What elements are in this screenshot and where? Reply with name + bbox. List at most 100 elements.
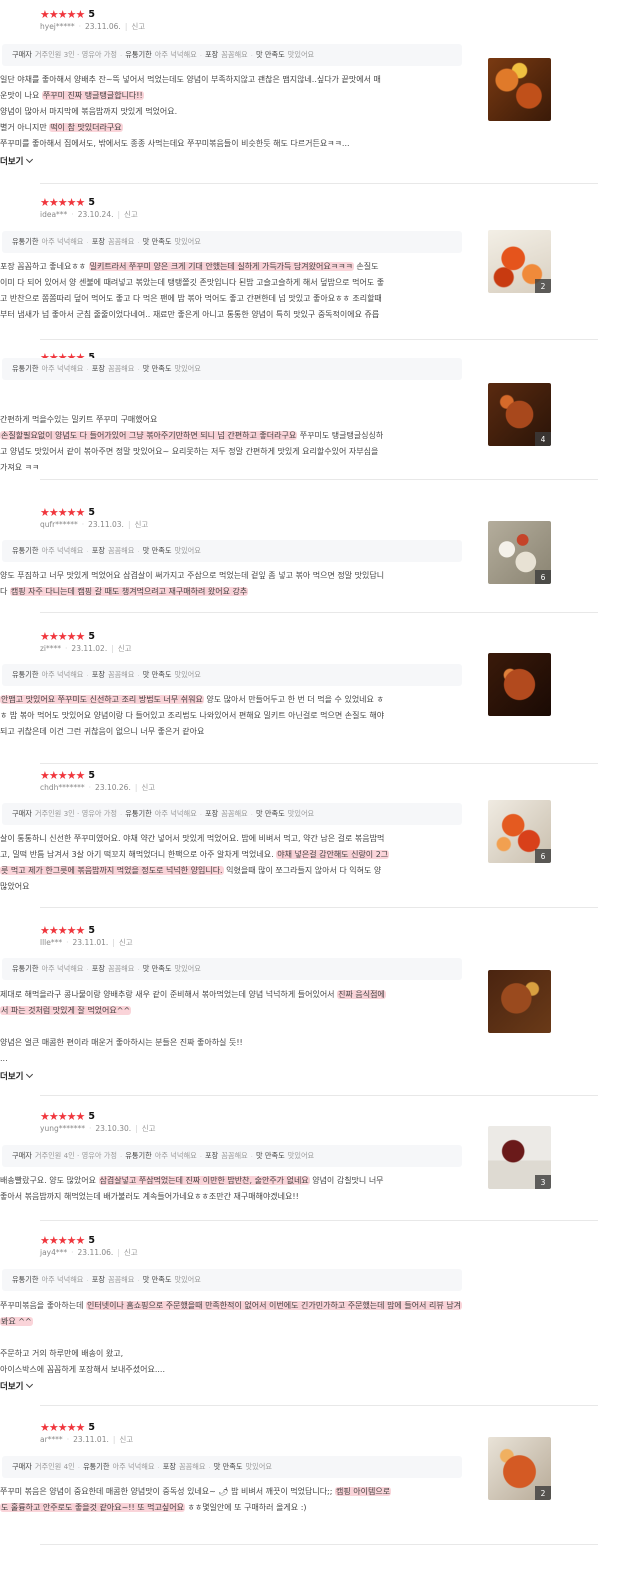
attr-key: 맛 만족도	[213, 1462, 243, 1471]
attr-key: 맛 만족도	[255, 809, 285, 818]
meta-separator: |	[112, 938, 115, 947]
report-link[interactable]: 신고	[124, 210, 138, 219]
attr-value: 꼼꼼해요	[107, 546, 135, 555]
attr-value: 맛있어요	[174, 237, 201, 246]
attr-key: 맛 만족도	[142, 964, 172, 973]
more-button[interactable]: 더보기	[0, 1380, 34, 1392]
report-link[interactable]: 신고	[124, 1248, 138, 1257]
attr-separator: ·	[208, 1462, 211, 1472]
rating-score: 5	[88, 924, 95, 936]
attr-value: 맛있어요	[174, 1275, 201, 1284]
review-date: 23.10.30.	[95, 1124, 132, 1133]
review-text: 배송빨랐구요. 양도 많았어요 삼겹살넣고 쭈삼먹었는데 진짜 이만한 밥반찬,…	[0, 1173, 465, 1205]
report-link[interactable]: 신고	[141, 783, 155, 792]
review-date: 23.11.06.	[85, 22, 121, 31]
attr-value: 거주인원 3인 · 영유아 가정	[34, 50, 117, 59]
review-attributes: 유통기한 아주 넉넉해요 · 포장 꼼꼼해요 · 맛 만족도 맛있어요	[2, 540, 462, 562]
review-text-line: 이미 다 되어 있어서 양 센불에 때려넣고 볶았는데 탱탱쫄깃 존맛입니다 된…	[0, 278, 385, 287]
review-meta: yung******* · 23.10.30. | 신고	[40, 1123, 156, 1134]
attr-separator: ·	[137, 237, 140, 247]
more-button[interactable]: 더보기	[0, 155, 34, 167]
meta-separator: |	[127, 520, 131, 529]
chevron-down-icon	[26, 155, 34, 164]
reviewer-id: llle***	[40, 938, 63, 947]
attr-value: 맛있어요	[287, 809, 315, 818]
attr-value: 맛있어요	[245, 1462, 272, 1471]
review-date: 23.11.03.	[88, 520, 124, 529]
report-link[interactable]: 신고	[131, 22, 145, 31]
review-text-line: 릇 먹고 제가 한그릇에 볶음밥까지 먹었을 정도로 넉넉한 양입니다. 익혔을…	[0, 866, 382, 875]
highlighted-phrase: 삼겹살넣고 쭈삼먹었는데 진짜 이만한 밥반찬, 술안주가 없네요	[98, 1176, 310, 1185]
report-link[interactable]: 신고	[119, 938, 133, 947]
report-link[interactable]: 신고	[118, 644, 132, 653]
review-text-line: 고 양념도 맛있어서 같이 볶아주면 정말 맛있어요~ 요리못하는 저두 정말 …	[0, 447, 379, 456]
report-link[interactable]: 신고	[119, 1435, 133, 1444]
review-photo-thumbnail[interactable]	[488, 970, 551, 1033]
review-text-line: 쭈꾸미 볶음은 양념이 중요한데 매콤한 양념맛이 중독성 있네요~ 🌶 밥 비…	[0, 1487, 392, 1496]
review-text: 살이 통통하니 신선한 쭈꾸미였어요. 야채 약간 넣어서 맛있게 먹었어요. …	[0, 831, 465, 895]
attr-key: 유통기한	[125, 50, 152, 59]
review-text-line: 일단 야채를 좋아해서 양배추 잔~뜩 넣어서 먹었는데도 양념이 부족하지않고…	[0, 75, 381, 84]
report-link[interactable]: 신고	[134, 520, 148, 529]
review-text-line: 아이스박스에 꼼꼼하게 포장해서 보내주셨어요....	[0, 1365, 165, 1374]
attr-value: 아주 넉넉해요	[154, 1151, 197, 1160]
review-photo-thumbnail[interactable]: 3	[488, 1126, 551, 1189]
meta-separator: |	[112, 1435, 116, 1444]
rating-score: 5	[88, 8, 95, 20]
review-text-line: 고 반찬으로 쫌쫌따리 덮어 먹어도 좋고 다 먹은 팬에 밥 볶아 먹어도 좋…	[0, 294, 382, 303]
attr-value: 꼼꼼해요	[221, 809, 248, 818]
attr-separator: ·	[137, 1275, 140, 1285]
meta-separator: ·	[71, 210, 74, 219]
review-photo-thumbnail[interactable]	[488, 653, 551, 716]
attr-value: 맛있어요	[287, 50, 315, 59]
attr-value: 꼼꼼해요	[107, 1275, 135, 1284]
review-attributes: 유통기한 아주 넉넉해요 · 포장 꼼꼼해요 · 맛 만족도 맛있어요	[2, 958, 462, 980]
attr-key: 구매자	[12, 809, 32, 818]
review-photo-thumbnail[interactable]: 2	[488, 230, 551, 293]
more-button[interactable]: 더보기	[0, 1070, 34, 1082]
star-rating-icons: ★★★★★	[40, 1233, 85, 1247]
review-date: 23.10.26.	[95, 783, 131, 792]
review-text: 쭈꾸미볶음을 좋아하는데 인터넷이나 홈쇼핑으로 주문했을때 만족한적이 없어서…	[0, 1298, 465, 1378]
review-text-line: 운맛이 나요 쭈꾸미 진짜 탱글탱글합니다!!	[0, 91, 144, 100]
review-text-line: 양도 푸짐하고 너무 맛있게 먹었어요 삼겹살이 써가지고 주삼으로 먹었는데 …	[0, 571, 385, 580]
attr-value: 아주 넉넉해요	[41, 546, 84, 555]
attr-value: 아주 넉넉해요	[41, 964, 84, 973]
meta-separator: ·	[78, 22, 82, 31]
attr-key: 맛 만족도	[255, 1151, 285, 1160]
review-text: 포장 꼼꼼하고 좋네요ㅎㅎ 밀키트라서 쭈꾸미 양은 크게 기대 안했는데 실하…	[0, 259, 465, 323]
attr-separator: ·	[137, 364, 140, 374]
attr-value: 꼼꼼해요	[107, 964, 135, 973]
review-text: 간편하게 먹을수있는 밀키트 쭈꾸미 구매했어요 손질할필요없이 양념도 다 들어…	[0, 412, 465, 476]
rating-score: 5	[88, 506, 95, 518]
report-link[interactable]: 신고	[142, 1124, 156, 1133]
review-attributes: 구매자 거주인원 3인 · 영유아 가정 · 유통기한 아주 넉넉해요 · 포장 꼼꼼해요 · 맛…	[2, 44, 462, 66]
review-text-line: 쭈꾸미볶음을 좋아하는데 인터넷이나 홈쇼핑으로 주문했을때 만족한적이 없어서…	[0, 1301, 462, 1310]
attr-value: 아주 넉넉해요	[41, 364, 84, 373]
reviewer-id: hyej*****	[40, 22, 75, 31]
review-attributes: 구매자 거주인원 4인 · 유통기한 아주 넉넉해요 · 포장 꼼꼼해요 · 맛 만족도 맛있어요	[2, 1456, 462, 1478]
review-text-line: 쭈꾸미를 좋아해서 집에서도, 밖에서도 종종 사먹는데요 쭈꾸미볶음들이 비슷…	[0, 139, 350, 148]
review-photo-thumbnail[interactable]: 6	[488, 521, 551, 584]
attr-key: 구매자	[12, 50, 32, 59]
review-photo-thumbnail[interactable]: 6	[488, 800, 551, 863]
attr-value: 아주 넉넉해요	[41, 1275, 84, 1284]
attr-separator: ·	[86, 546, 89, 556]
review-photo-thumbnail[interactable]: 2	[488, 1437, 551, 1500]
review-text-line: ㅎ 밥 볶아 먹어도 맛있어요 양념이랑 다 들어있고 조리법도 나와있어서 편…	[0, 711, 385, 720]
attr-value: 아주 넉넉해요	[41, 237, 84, 246]
meta-separator: ·	[88, 1124, 92, 1133]
attr-separator: ·	[119, 1151, 123, 1161]
rating-row: ★★★★★ 5	[40, 195, 95, 209]
review-meta: llle*** · 23.11.01. | 신고	[40, 937, 133, 948]
attr-key: 포장	[91, 1275, 105, 1284]
review-meta: jay4*** · 23.11.06. | 신고	[40, 1247, 138, 1258]
review-list: ★★★★★ 5 hyej***** · 23.11.06. | 신고 구매자 거주인원 3인 ·…	[0, 0, 640, 1585]
attr-key: 맛 만족도	[142, 1275, 172, 1284]
star-rating-icons: ★★★★★	[40, 923, 85, 937]
reviewer-id: chdh*******	[40, 783, 85, 792]
review-photo-thumbnail[interactable]: 4	[488, 383, 551, 446]
reviewer-id: ar****	[40, 1435, 63, 1444]
review-text-line: 주문하고 거의 하루만에 배송이 왔고,	[0, 1349, 124, 1358]
review-photo-thumbnail[interactable]	[488, 58, 551, 121]
